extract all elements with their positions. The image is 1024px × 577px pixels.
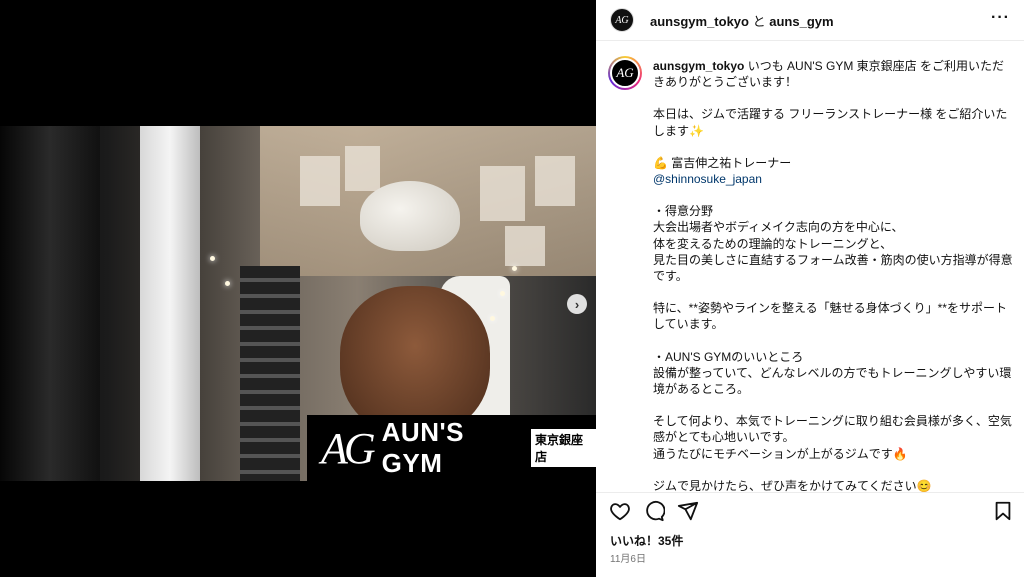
account-avatar[interactable]: AG	[610, 8, 634, 32]
gym-logo-plate: AG AUN'S GYM 東京銀座店	[307, 415, 596, 481]
post-header: AG aunsgym_tokyo と auns_gym ···	[596, 0, 1024, 41]
post-caption: AG aunsgym_tokyo いつも AUN'S GYM 東京銀座店 をご利…	[596, 52, 1024, 492]
bookmark-icon[interactable]	[992, 500, 1014, 522]
caption-paragraph: 本日は、ジムで活躍する フリーランストレーナー様 をご紹介いたします✨	[653, 107, 1008, 138]
post-media[interactable]: AG AUN'S GYM 東京銀座店 ›	[0, 0, 596, 577]
likes-count[interactable]: いいね！35件	[610, 532, 683, 549]
caption-avatar[interactable]: AG	[608, 56, 642, 90]
photo-poster	[300, 156, 340, 206]
caption-username[interactable]: aunsgym_tokyo	[653, 59, 744, 73]
photo-hair	[360, 181, 460, 251]
caption-paragraph: ・AUN'S GYMのいいところ 設備が整っていて、どんなレベルの方でもトレーニ…	[653, 349, 1012, 397]
comment-icon[interactable]	[643, 500, 665, 522]
post-detail-panel: AG aunsgym_tokyo と auns_gym ··· AG aunsg…	[596, 0, 1024, 577]
next-image-button[interactable]: ›	[567, 294, 587, 314]
heart-icon[interactable]	[609, 500, 631, 522]
photo-dumbbell-rack	[240, 266, 300, 481]
collab-account-link[interactable]: auns_gym	[769, 14, 833, 29]
gym-logo-name: AUN'S GYM	[381, 417, 465, 478]
caption-paragraph: ジムで見かけたら、ぜひ声をかけてみてください😊	[653, 478, 932, 492]
mention-link[interactable]: @shinnosuke_japan	[653, 172, 762, 186]
caption-trainer: 💪 富吉伸之祐トレーナー	[653, 155, 792, 170]
caption-paragraph: そして何より、本気でトレーニングに取り組む会員様が多く、空気感がとても心地いいで…	[653, 414, 1012, 461]
chevron-right-icon: ›	[574, 296, 580, 312]
photo-machine	[0, 126, 100, 481]
post-date[interactable]: 11月6日	[610, 550, 646, 565]
photo-poster	[480, 166, 525, 221]
more-options-button[interactable]: ···	[991, 9, 1010, 27]
caption-paragraph: 特に、**姿勢やラインを整える「魅せる身体づくり」**をサポートしています。	[653, 301, 1007, 332]
photo-poster	[535, 156, 575, 206]
caption-text: aunsgym_tokyo いつも AUN'S GYM 東京銀座店 をご利用いた…	[653, 58, 1013, 492]
more-horizontal-icon: ···	[991, 9, 1010, 26]
send-icon[interactable]	[677, 500, 699, 522]
photo-poster	[505, 226, 545, 266]
collab-conjunction: と	[752, 13, 766, 29]
post-header-title: aunsgym_tokyo と auns_gym	[650, 11, 834, 30]
gym-logo-mark: AG	[321, 423, 376, 473]
photo-pillar	[140, 126, 200, 481]
account-link[interactable]: aunsgym_tokyo	[650, 14, 749, 29]
caption-paragraph: ・得意分野 大会出場者やボディメイク志向の方を中心に、 体を変えるための理論的な…	[653, 204, 1013, 284]
photo-poster	[345, 146, 380, 191]
gym-logo-branch: 東京銀座店	[530, 429, 596, 467]
photo-arm	[340, 286, 490, 436]
action-bar	[596, 492, 1024, 527]
